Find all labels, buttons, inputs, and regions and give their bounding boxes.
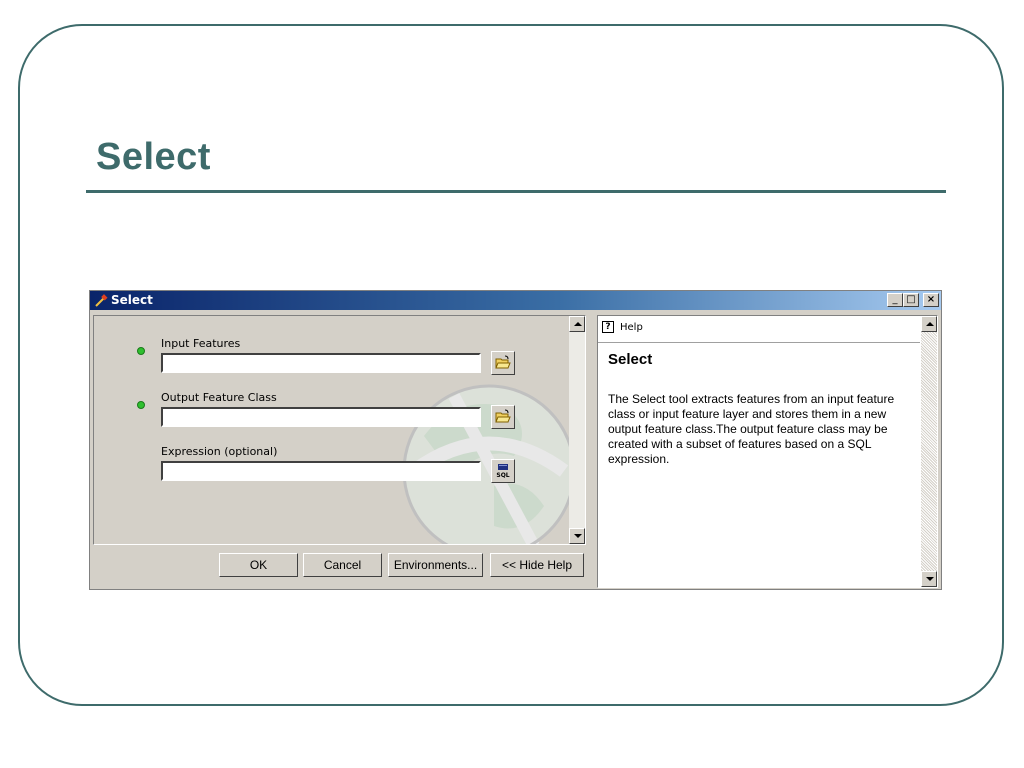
- environments-button[interactable]: Environments...: [388, 553, 483, 577]
- sql-builder-button[interactable]: SQL: [491, 459, 515, 483]
- help-body: The Select tool extracts features from a…: [608, 392, 895, 466]
- sql-icon-text: SQL: [496, 472, 509, 479]
- help-scrollbar[interactable]: [921, 316, 937, 587]
- title-underline: [86, 190, 946, 193]
- folder-open-icon: [495, 355, 511, 369]
- maximize-button[interactable]: □: [903, 293, 919, 307]
- scroll-up-button[interactable]: [569, 316, 585, 332]
- select-dialog: Select _ □ × Input Features Output Featu…: [89, 290, 942, 590]
- parameters-scrollbar[interactable]: [569, 316, 585, 544]
- output-feature-class-label: Output Feature Class: [161, 391, 277, 404]
- help-panel: ? Help Select The Select tool extracts f…: [597, 315, 938, 588]
- required-indicator: [137, 347, 145, 355]
- scroll-up-button[interactable]: [921, 316, 937, 332]
- dialog-titlebar[interactable]: Select _ □ ×: [90, 291, 941, 310]
- dialog-title: Select: [111, 293, 153, 307]
- input-features-label: Input Features: [161, 337, 241, 350]
- output-feature-class-field[interactable]: [161, 407, 481, 427]
- hide-help-button[interactable]: << Hide Help: [490, 553, 584, 577]
- expression-field[interactable]: [161, 461, 481, 481]
- scroll-down-button[interactable]: [569, 528, 585, 544]
- ok-button[interactable]: OK: [219, 553, 298, 577]
- input-features-field[interactable]: [161, 353, 481, 373]
- cancel-button[interactable]: Cancel: [303, 553, 382, 577]
- browse-output-button[interactable]: [491, 405, 515, 429]
- expression-label: Expression (optional): [161, 445, 278, 458]
- browse-input-button[interactable]: [491, 351, 515, 375]
- parameters-panel: Input Features Output Feature Class Expr…: [93, 315, 586, 545]
- close-button[interactable]: ×: [923, 293, 939, 307]
- help-heading: Select: [608, 351, 653, 368]
- minimize-button[interactable]: _: [887, 293, 903, 307]
- scroll-down-button[interactable]: [921, 571, 937, 587]
- help-icon: ?: [602, 321, 614, 333]
- help-tab-label: Help: [620, 322, 643, 333]
- folder-open-icon: [495, 409, 511, 423]
- tool-hammer-icon: [95, 294, 108, 307]
- help-tab-divider: [598, 342, 920, 343]
- slide-title: Select: [96, 136, 211, 178]
- required-indicator: [137, 401, 145, 409]
- sql-icon: SQL: [496, 464, 510, 479]
